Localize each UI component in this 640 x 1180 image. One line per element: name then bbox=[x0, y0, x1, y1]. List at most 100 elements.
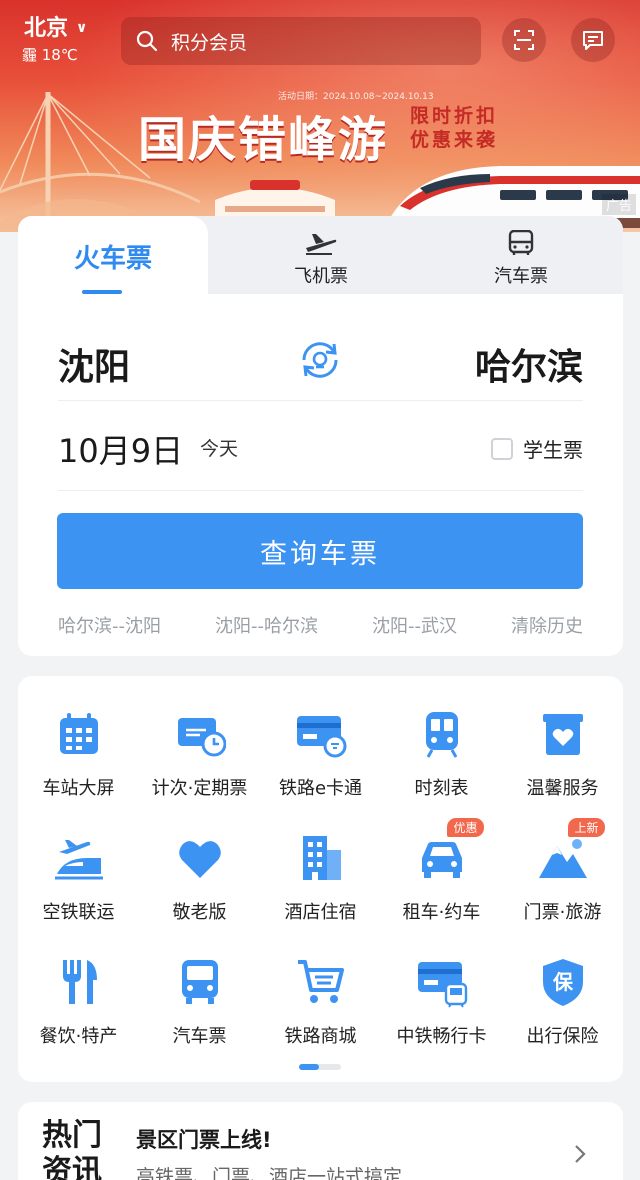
hot-news-tag-line1: 热门 bbox=[42, 1118, 102, 1153]
message-button[interactable] bbox=[571, 18, 615, 62]
service-air-rail[interactable]: 空铁联运 bbox=[18, 832, 139, 924]
train-front-icon bbox=[425, 712, 458, 758]
ad-label: 广告 bbox=[601, 194, 636, 215]
student-ticket-toggle[interactable]: 学生票 bbox=[491, 434, 583, 463]
service-label: 敬老版 bbox=[172, 902, 227, 923]
search-icon bbox=[136, 30, 158, 52]
heart-icon bbox=[178, 841, 221, 878]
tab-flight[interactable]: 飞机票 bbox=[266, 230, 376, 288]
service-periodic-ticket[interactable]: 计次·定期票 bbox=[139, 708, 260, 800]
chevron-down-icon: ∨ bbox=[76, 20, 88, 36]
service-label: 餐饮·特产 bbox=[39, 1026, 118, 1047]
service-ecard[interactable]: 铁路e卡通 bbox=[260, 708, 381, 800]
ticket-clock-icon bbox=[177, 718, 226, 757]
hot-news-tag: 热门 资讯 bbox=[42, 1118, 108, 1180]
news-title: 景区门票上线! bbox=[136, 1128, 272, 1152]
service-label: 空铁联运 bbox=[42, 902, 115, 923]
promo-title: 国庆错峰游 bbox=[138, 112, 389, 168]
service-mall[interactable]: 铁路商城 bbox=[260, 956, 381, 1048]
fork-knife-icon bbox=[62, 960, 97, 1004]
service-station-screen[interactable]: 车站大屏 bbox=[18, 708, 139, 800]
service-label: 车站大屏 bbox=[42, 778, 115, 799]
tab-flight-label: 飞机票 bbox=[294, 266, 348, 287]
clear-history-button[interactable]: 清除历史 bbox=[511, 612, 583, 638]
service-label: 酒店住宿 bbox=[284, 902, 357, 923]
service-label: 租车·约车 bbox=[402, 902, 481, 923]
service-label: 时刻表 bbox=[414, 778, 469, 799]
city-selector[interactable]: 北京 ∨ bbox=[24, 10, 87, 42]
service-label: 温馨服务 bbox=[526, 778, 599, 799]
hot-news-tag-line2: 资讯 bbox=[42, 1154, 102, 1180]
page-indicator-active bbox=[299, 1064, 319, 1070]
service-bus-ticket[interactable]: 汽车票 bbox=[139, 956, 260, 1048]
service-rail-card[interactable]: 中铁畅行卡 bbox=[381, 956, 502, 1048]
promo-subtitle-line1: 限时折扣 bbox=[410, 105, 499, 127]
tab-train-label: 火车票 bbox=[73, 244, 152, 274]
ecard-icon bbox=[296, 716, 346, 758]
ticket-tabs: 火车票 飞机票 汽车票 bbox=[18, 216, 623, 296]
history-item[interactable]: 哈尔滨--沈阳 bbox=[58, 612, 161, 638]
divider bbox=[58, 400, 583, 401]
search-placeholder: 积分会员 bbox=[171, 31, 248, 54]
promo-banner[interactable]: 北京 ∨ 霾 18℃ 积分会员 活动日期：2024.10.08~2024.10.1… bbox=[0, 0, 640, 232]
svg-text:保: 保 bbox=[552, 970, 574, 994]
scan-button[interactable] bbox=[502, 18, 546, 62]
plane-train-icon bbox=[54, 840, 103, 880]
service-label: 铁路e卡通 bbox=[278, 778, 363, 799]
service-hotel[interactable]: 酒店住宿 bbox=[260, 832, 381, 924]
service-tickets-travel[interactable]: 上新 门票·旅游 bbox=[502, 818, 623, 924]
history-item[interactable]: 沈阳--武汉 bbox=[372, 612, 457, 638]
service-label: 出行保险 bbox=[526, 1026, 599, 1047]
service-care[interactable]: 温馨服务 bbox=[502, 708, 623, 800]
swap-stations-icon[interactable] bbox=[298, 338, 342, 382]
date-note: 今天 bbox=[200, 438, 239, 460]
mountain-icon bbox=[538, 839, 587, 878]
departure-city[interactable]: 沈阳 bbox=[58, 338, 130, 390]
departure-date[interactable]: 10月9日 bbox=[58, 426, 183, 472]
bus-icon bbox=[181, 960, 218, 1004]
service-label: 中铁畅行卡 bbox=[396, 1026, 487, 1047]
promo-subtitle-line2: 优惠来袭 bbox=[410, 129, 499, 151]
plane-icon bbox=[306, 234, 337, 255]
cart-icon bbox=[297, 960, 344, 1003]
search-tickets-button[interactable]: 查询车票 bbox=[57, 513, 583, 589]
promo-subtitle: 限时折扣 优惠来袭 bbox=[410, 104, 498, 152]
heart-gift-icon bbox=[542, 714, 583, 755]
arrival-city[interactable]: 哈尔滨 bbox=[475, 338, 583, 390]
chevron-right-icon bbox=[575, 1145, 586, 1163]
page-indicator bbox=[299, 1064, 341, 1070]
service-food[interactable]: 餐饮·特产 bbox=[18, 956, 139, 1048]
history-item[interactable]: 沈阳--哈尔滨 bbox=[215, 612, 318, 638]
promo-badge: 优惠 bbox=[447, 818, 484, 837]
tab-train[interactable]: 火车票 bbox=[18, 216, 208, 296]
city-name: 北京 bbox=[24, 16, 69, 41]
calendar-screen-icon bbox=[59, 713, 98, 754]
bus-icon bbox=[508, 230, 534, 255]
service-label: 计次·定期票 bbox=[151, 778, 248, 799]
service-label: 汽车票 bbox=[172, 1026, 227, 1047]
student-label: 学生票 bbox=[523, 438, 583, 462]
message-icon bbox=[583, 31, 603, 50]
service-label: 门票·旅游 bbox=[523, 902, 602, 923]
hot-news-card[interactable]: 热门 资讯 景区门票上线! 高铁票、门票、酒店一站式搞定 bbox=[18, 1102, 623, 1180]
search-history: 哈尔滨--沈阳 沈阳--哈尔滨 沈阳--武汉 清除历史 bbox=[58, 612, 583, 638]
service-insurance[interactable]: 保 出行保险 bbox=[502, 956, 623, 1048]
tab-bus-label: 汽车票 bbox=[494, 266, 548, 287]
service-timetable[interactable]: 时刻表 bbox=[381, 708, 502, 800]
student-checkbox[interactable] bbox=[491, 437, 513, 460]
hotel-icon bbox=[302, 836, 341, 880]
new-badge: 上新 bbox=[568, 818, 605, 837]
service-elder-mode[interactable]: 敬老版 bbox=[139, 832, 260, 924]
search-bar[interactable]: 积分会员 bbox=[121, 17, 481, 65]
card-train-icon bbox=[417, 962, 467, 1008]
service-car-rental[interactable]: 优惠 租车·约车 bbox=[381, 818, 502, 924]
car-icon bbox=[421, 842, 462, 878]
tab-bus[interactable]: 汽车票 bbox=[466, 230, 576, 288]
news-subtitle: 高铁票、门票、酒店一站式搞定 bbox=[136, 1166, 403, 1180]
divider bbox=[58, 490, 583, 491]
booking-card: 火车票 飞机票 汽车票 沈阳 哈尔滨 10月9日 今天 学生票 查询车票 哈尔滨… bbox=[18, 216, 623, 656]
service-label: 铁路商城 bbox=[284, 1026, 357, 1047]
scan-icon bbox=[514, 30, 534, 50]
service-grid: 车站大屏 计次·定期票 铁路e卡通 时刻表 温馨服务 空铁联运 敬老版 酒店住宿… bbox=[18, 676, 623, 1082]
shield-icon: 保 bbox=[542, 959, 583, 1006]
